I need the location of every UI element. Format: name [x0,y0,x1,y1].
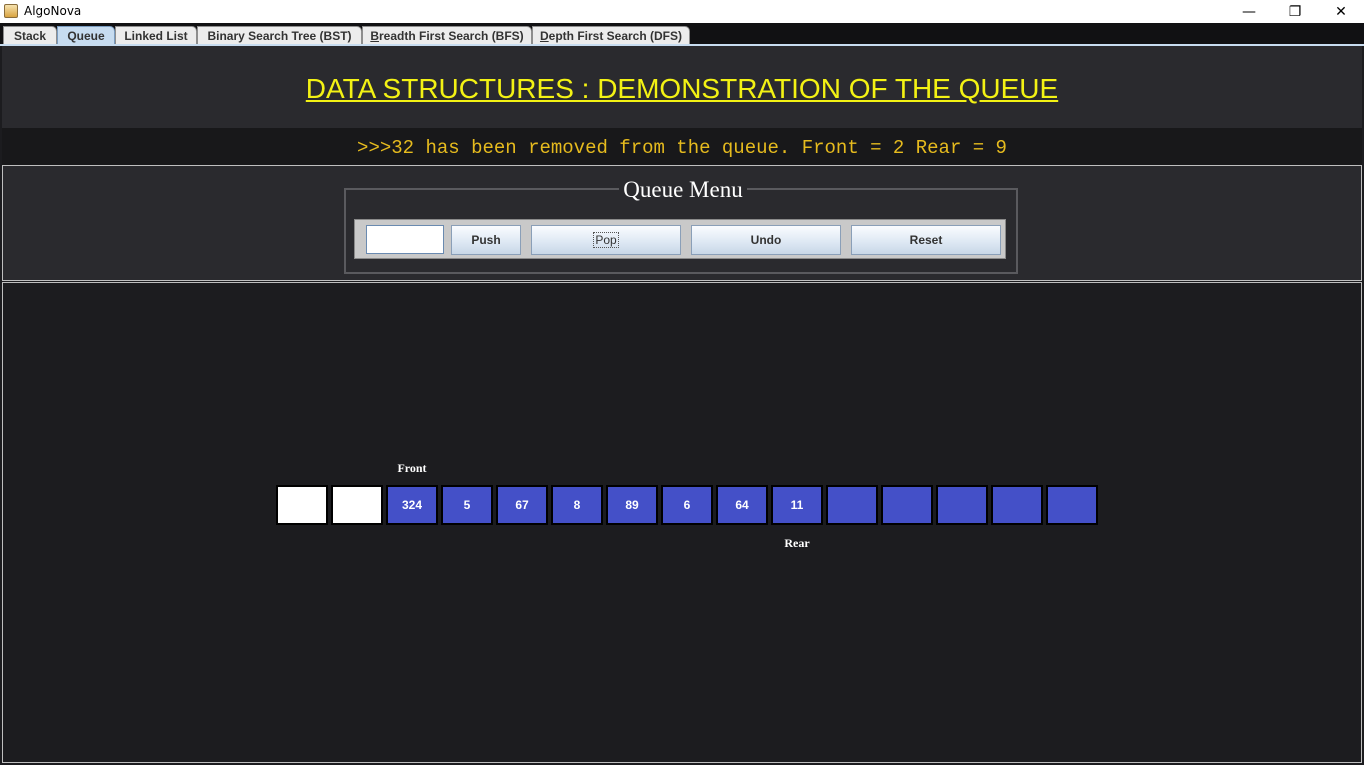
queue-canvas: Front Rear 324 5 67 8 89 6 64 11 [2,282,1362,763]
window-title: AlgoNova [24,4,82,18]
queue-cell: 6 [661,485,713,525]
undo-button[interactable]: Undo [691,225,841,255]
queue-menu-title: Queue Menu [619,177,747,202]
queue-cell: 67 [496,485,548,525]
rear-pointer-label: Rear [784,536,810,550]
tab-bfs-label: readth First Search (BFS) [378,28,524,43]
tab-dfs[interactable]: Depth First Search (DFS) [532,26,690,44]
queue-cell [1046,485,1098,525]
queue-menu-title-wrap: Queue Menu [346,177,1020,203]
queue-cell [991,485,1043,525]
status-message: >>>32 has been removed from the queue. F… [357,137,1007,159]
tab-bfs[interactable]: Breadth First Search (BFS) [362,26,532,44]
window-titlebar: AlgoNova — ❐ ✕ [0,0,1364,23]
tab-queue[interactable]: Queue [57,26,115,44]
reset-button[interactable]: Reset [851,225,1001,255]
pop-button[interactable]: Pop [531,225,681,255]
value-input[interactable] [366,225,444,254]
tab-bfs-mnemonic: B [370,28,379,43]
pop-button-label: Pop [593,232,619,248]
queue-cell: 5 [441,485,493,525]
tab-stack-label: Stack [13,28,47,43]
queue-cell [826,485,878,525]
queue-cell: 8 [551,485,603,525]
queue-cell: 89 [606,485,658,525]
minimize-icon[interactable]: — [1226,0,1272,23]
queue-cell [881,485,933,525]
maximize-icon[interactable]: ❐ [1272,0,1318,23]
tab-stack[interactable]: Stack [3,26,57,44]
page-title: DATA STRUCTURES : DEMONSTRATION OF THE Q… [305,73,1059,104]
queue-menu-group: Queue Menu Push Pop Undo Reset [344,177,1018,274]
menu-panel: Queue Menu Push Pop Undo Reset [2,165,1362,281]
queue-cell: 11 [771,485,823,525]
queue-cell [331,485,383,525]
tab-dfs-label: epth First Search (DFS) [548,28,683,43]
tab-bst-label: Binary Search Tree (BST) [207,28,352,43]
push-button[interactable]: Push [451,225,521,255]
tab-strip: Stack Queue Linked List Binary Search Tr… [0,23,1364,45]
java-app-icon [4,4,18,18]
tab-linked-list-label: Linked List [124,28,188,43]
queue-cell: 64 [716,485,768,525]
front-pointer-label: Front [397,461,427,475]
queue-cell [936,485,988,525]
tab-bst[interactable]: Binary Search Tree (BST) [197,26,362,44]
status-panel: >>>32 has been removed from the queue. F… [2,128,1362,165]
tab-linked-list[interactable]: Linked List [115,26,197,44]
tab-dfs-mnemonic: D [539,28,549,43]
queue-cell [276,485,328,525]
tab-queue-label: Queue [67,28,105,43]
queue-menu-toolbar: Push Pop Undo Reset [354,219,1006,259]
close-icon[interactable]: ✕ [1318,0,1364,23]
header-panel: DATA STRUCTURES : DEMONSTRATION OF THE Q… [2,46,1362,128]
queue-cell: 324 [386,485,438,525]
